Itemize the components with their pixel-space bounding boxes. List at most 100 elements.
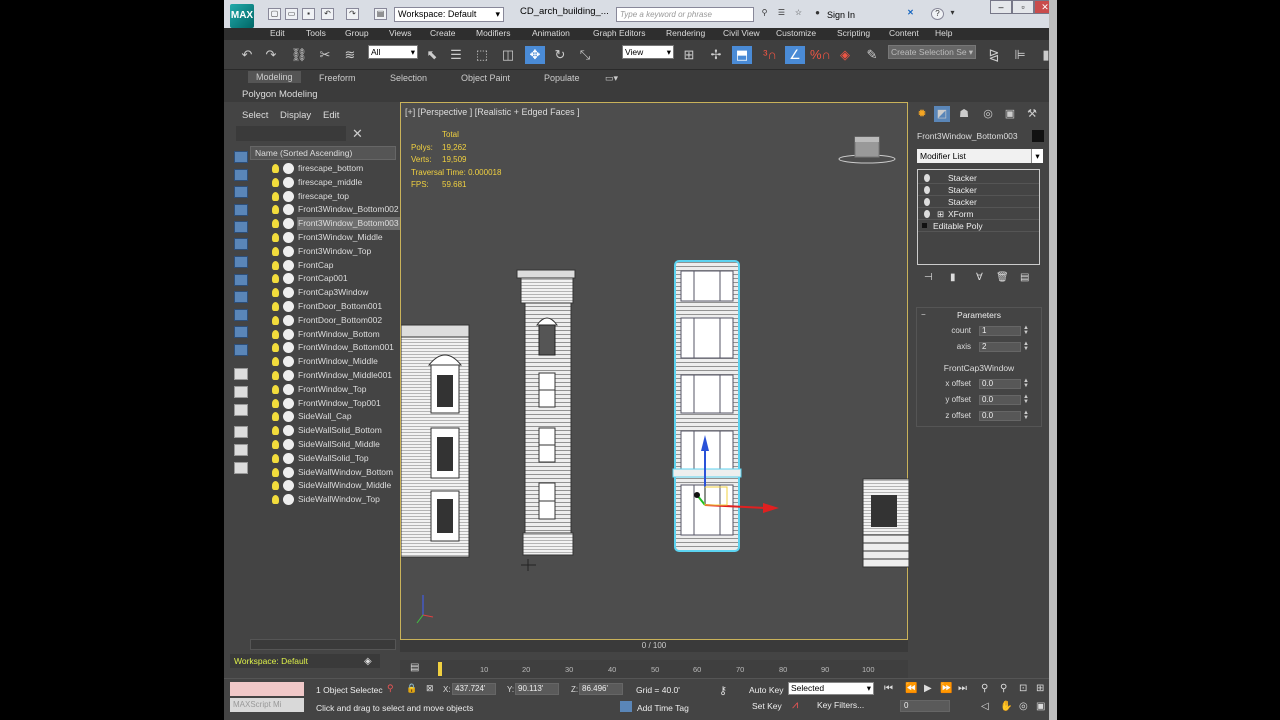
polygon-modeling-panel[interactable]: Polygon Modeling (242, 89, 318, 100)
menu-civil-view[interactable]: Civil View (723, 28, 760, 38)
workspace-dropdown[interactable]: Workspace: Default (394, 7, 504, 22)
hierarchy-tab-icon[interactable]: ☗ (956, 106, 972, 122)
spinner-icon[interactable]: ▲ ▼ (1023, 341, 1029, 352)
next-frame-icon[interactable]: ⏩ (940, 683, 952, 694)
visibility-icon[interactable] (283, 301, 294, 312)
visibility-icon[interactable] (283, 452, 294, 464)
configure-sets-icon[interactable]: ▤ (1020, 272, 1029, 283)
mirror-icon[interactable]: ⧎ (984, 46, 1004, 64)
field-of-view-icon[interactable]: ◁ (981, 701, 989, 712)
model-left-bay[interactable] (401, 324, 470, 558)
perspective-viewport[interactable]: [+] [Perspective ] [Realistic + Edged Fa… (400, 102, 909, 640)
scene-filter-input[interactable] (236, 126, 346, 141)
maxscript-mini-listener[interactable]: MAXScript Mi (230, 698, 304, 712)
stack-item-editable-poly[interactable]: Editable Poly (918, 220, 1039, 232)
light-bulb-icon[interactable] (272, 357, 279, 367)
app-logo-button[interactable]: MAX (230, 4, 254, 28)
window-crossing-icon[interactable]: ◫ (498, 46, 518, 64)
help-dropdown-icon[interactable]: ▾ (946, 8, 959, 20)
light-bulb-icon[interactable] (272, 219, 279, 229)
user-icon[interactable]: ● (811, 8, 824, 20)
scene-list-item[interactable]: SideWallSolid_Middle (250, 438, 396, 451)
auto-key-button[interactable]: Auto Key (749, 685, 784, 695)
sign-in-link[interactable]: Sign In (827, 10, 855, 20)
redo-icon[interactable]: ↷ (261, 46, 281, 64)
maximize-viewport-icon[interactable]: ⊞ (1036, 683, 1044, 694)
angle-snap-icon[interactable]: ∠ (785, 46, 805, 64)
set-key-button[interactable]: Set Key (752, 701, 782, 711)
object-color-swatch[interactable] (1032, 130, 1044, 142)
spinner-icon[interactable]: ▲ ▼ (1023, 394, 1029, 405)
display-cameras-icon[interactable] (234, 238, 248, 250)
select-object-icon[interactable]: ⬉ (422, 46, 442, 64)
axis-input[interactable]: 2 (979, 342, 1021, 352)
expand-icon[interactable] (922, 223, 927, 228)
visibility-icon[interactable] (283, 287, 294, 299)
visibility-icon[interactable] (283, 259, 294, 271)
open-icon[interactable]: ▭ (285, 8, 298, 20)
search-input[interactable]: Type a keyword or phrase (616, 7, 754, 22)
previous-frame-icon[interactable]: ⏪ (905, 683, 917, 694)
scene-list-item[interactable]: FrontWindow_Middle (250, 355, 396, 368)
scene-list-item[interactable]: SideWallWindow_Middle (250, 479, 396, 492)
light-bulb-icon[interactable] (272, 384, 279, 394)
stack-item-stacker-2[interactable]: Stacker (918, 184, 1039, 196)
display-containers-icon[interactable] (234, 344, 248, 356)
light-bulb-icon[interactable] (272, 315, 279, 325)
scene-workspace-dropdown[interactable]: Workspace: Default (230, 654, 380, 668)
ribbon-options-icon[interactable]: ▭▾ (605, 73, 618, 84)
visibility-icon[interactable] (283, 370, 294, 381)
model-front-door[interactable] (862, 478, 909, 568)
visibility-icon[interactable] (283, 411, 294, 423)
viewcube[interactable] (838, 136, 896, 164)
display-helpers-icon[interactable] (234, 256, 248, 268)
scene-list-item[interactable]: FrontDoor_Bottom002 (250, 314, 396, 327)
scene-menu-edit[interactable]: Edit (323, 110, 339, 121)
time-marker[interactable] (438, 662, 442, 676)
key-filters-button[interactable]: Key Filters... (817, 700, 864, 710)
stack-item-stacker-1[interactable]: Stacker (918, 172, 1039, 184)
hierarchy-icon[interactable] (234, 462, 248, 474)
menu-group[interactable]: Group (345, 28, 369, 38)
selection-filter-dropdown[interactable]: All (368, 45, 418, 59)
z-coord-field[interactable]: 86.496' (579, 683, 623, 695)
scene-list-item[interactable]: Front3Window_Bottom002 (250, 203, 399, 216)
pivot-center-icon[interactable]: ⊞ (679, 46, 699, 64)
stack-item-xform[interactable]: ⊞ XForm (918, 208, 1039, 220)
zoom-icon[interactable]: ⚲ (981, 683, 988, 694)
named-selection-dropdown[interactable]: Create Selection Se (888, 45, 976, 59)
track-bar[interactable]: ▤ 10 20 30 40 50 60 70 80 90 100 (400, 660, 908, 678)
y-offset-input[interactable]: 0.0 (979, 395, 1021, 405)
scene-list-item[interactable]: FrontWindow_Top001 (250, 397, 396, 410)
menu-edit[interactable]: Edit (270, 28, 285, 38)
remove-modifier-icon[interactable]: 🗑 (996, 272, 1009, 283)
light-bulb-icon[interactable] (272, 426, 279, 436)
visibility-icon[interactable] (283, 480, 294, 492)
visibility-icon[interactable] (283, 494, 294, 506)
scene-menu-display[interactable]: Display (280, 110, 311, 121)
display-bones-icon[interactable] (234, 326, 248, 338)
select-move-icon[interactable]: ✥ (525, 46, 545, 64)
visibility-icon[interactable] (283, 466, 294, 478)
visibility-icon[interactable] (283, 439, 294, 450)
edit-named-selection-icon[interactable]: ✎ (862, 46, 882, 64)
select-scale-icon[interactable]: ⤡ (575, 46, 595, 64)
visibility-icon[interactable] (283, 397, 294, 409)
light-bulb-icon[interactable] (272, 260, 279, 270)
binoculars-icon[interactable]: ⚲ (758, 8, 771, 20)
model-front3window-selected[interactable] (672, 260, 742, 552)
light-bulb-icon[interactable] (272, 440, 279, 449)
favorites-icon[interactable]: ☆ (792, 8, 805, 20)
select-by-name-icon[interactable]: ☰ (446, 46, 466, 64)
display-all-icon[interactable] (234, 169, 248, 181)
communication-center-icon[interactable]: ☰ (775, 8, 788, 20)
redo-icon[interactable]: ↷ (346, 8, 359, 20)
display-shapes-icon[interactable] (234, 204, 248, 216)
time-tag-icon[interactable] (620, 701, 632, 712)
key-mode-dropdown[interactable]: Selected (788, 682, 874, 695)
layers-icon[interactable] (234, 444, 248, 456)
unlink-icon[interactable]: ✂ (315, 46, 335, 64)
display-frozen-icon[interactable] (234, 368, 248, 380)
scene-list-item[interactable]: FrontCap3Window (250, 286, 396, 299)
y-coord-field[interactable]: 90.113' (515, 683, 559, 695)
